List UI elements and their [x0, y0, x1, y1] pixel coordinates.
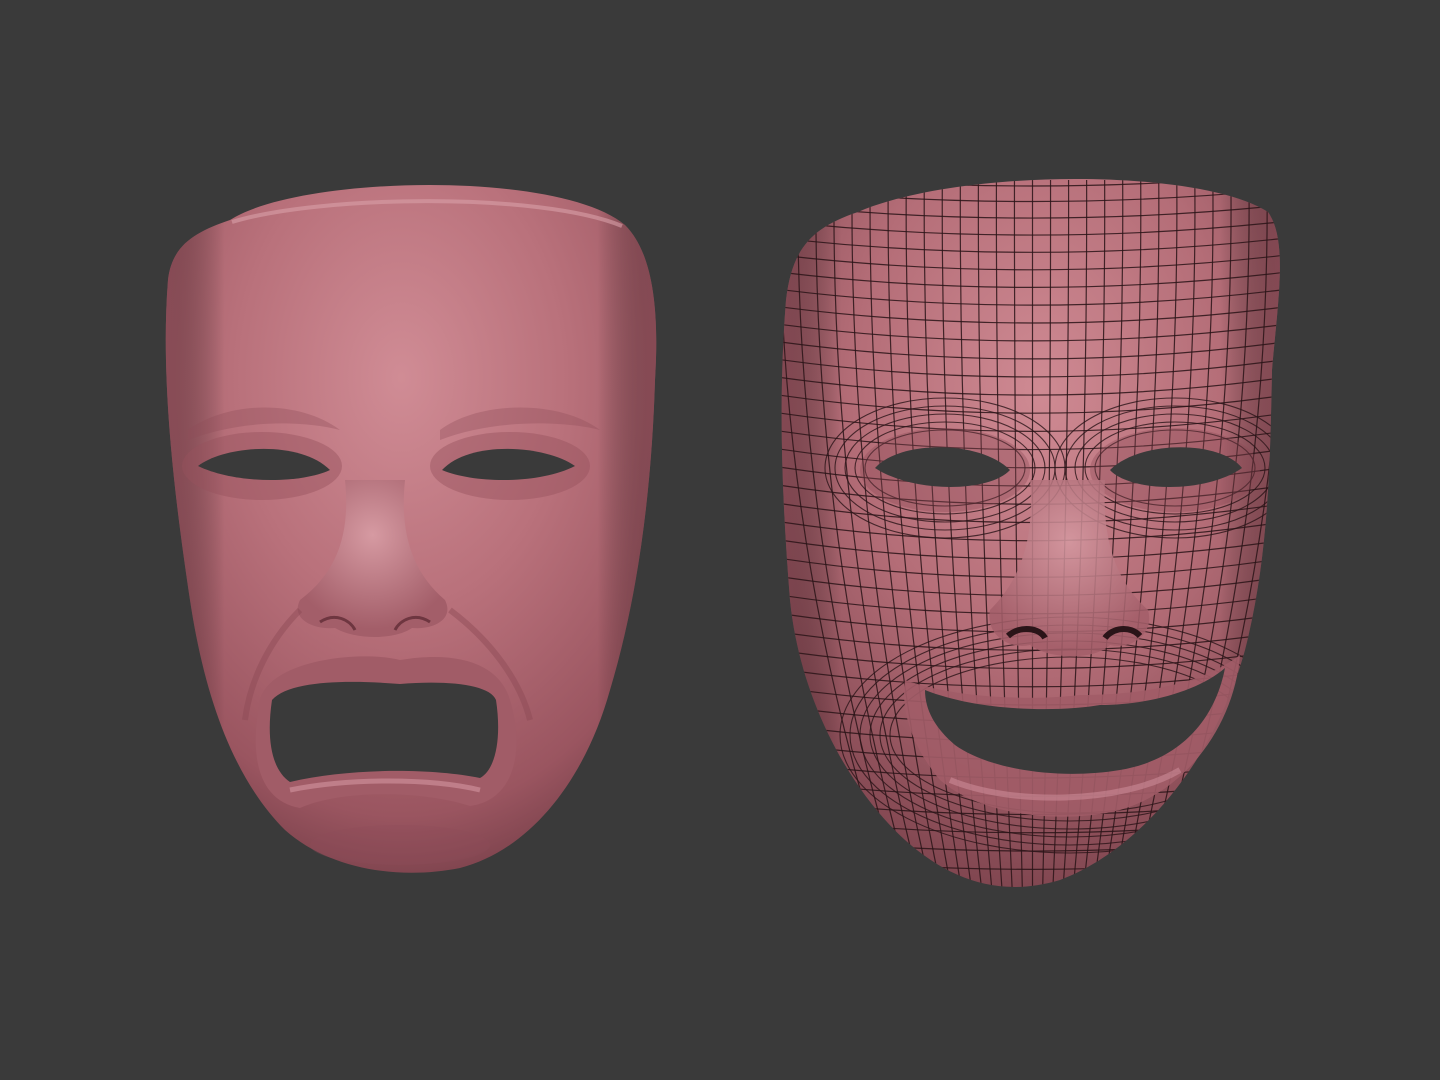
- tragedy-mask: [165, 185, 657, 873]
- wire-line: [780, 894, 1285, 906]
- tragedy-mouth-hole: [269, 681, 499, 782]
- scene-canvas: [165, 179, 1285, 906]
- comedy-mask: [780, 179, 1285, 906]
- render-viewport: [0, 0, 1440, 1080]
